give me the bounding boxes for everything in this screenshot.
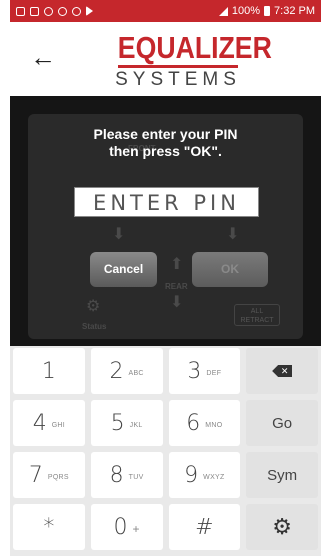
signal-icon: [218, 6, 228, 16]
logo-rule: [118, 65, 238, 68]
equalizer-logo: EQUALIZER SYSTEMS: [108, 30, 272, 91]
pin-input[interactable]: ENTER PIN: [74, 187, 259, 217]
all-retract-label: ALL RETRACT: [234, 304, 280, 326]
key-2[interactable]: 2 ABC: [90, 348, 163, 394]
backspace-key[interactable]: ✕: [246, 348, 318, 394]
key-0[interactable]: 0 +: [90, 504, 163, 550]
notification-icon: [30, 6, 39, 16]
numeric-keyboard: 1 2 ABC 3 DEF ✕ 4 GHI 5 JKL 6 MNO Go 7 PQRS 8T…: [10, 346, 321, 556]
app-screen: 100% 7:32 PM ← EQUALIZER SYSTEMS FRONT ⬇…: [10, 0, 321, 556]
clock: 7:32 PM: [274, 5, 315, 17]
play-icon: [86, 6, 93, 16]
pin-prompt-line2: then press "OK".: [109, 143, 222, 159]
key-hash[interactable]: #: [168, 504, 241, 550]
key-7[interactable]: 7 PQRS: [13, 452, 85, 498]
notification-icon: [16, 6, 25, 16]
key-1[interactable]: 1: [13, 348, 85, 394]
status-bar: 100% 7:32 PM: [10, 0, 321, 22]
back-arrow-icon[interactable]: ←: [30, 44, 56, 70]
up-arrow-icon: ⬆: [170, 256, 184, 273]
ok-button[interactable]: OK: [192, 252, 268, 287]
keyboard-settings-key[interactable]: ⚙: [246, 504, 318, 550]
app-header: ← EQUALIZER SYSTEMS: [10, 22, 321, 96]
down-arrow-icon: ⬇: [112, 226, 126, 243]
settings-gear-icon: ⚙: [272, 514, 292, 539]
notification-icon: [72, 6, 81, 16]
key-5[interactable]: 5 JKL: [90, 400, 163, 446]
pin-prompt: Please enter your PIN then press "OK".: [10, 126, 321, 160]
battery-percent: 100%: [231, 5, 261, 17]
key-star[interactable]: *: [13, 504, 85, 550]
notification-icon: [44, 6, 53, 16]
status-label: Status: [82, 322, 107, 331]
key-3[interactable]: 3 DEF: [168, 348, 241, 394]
go-key[interactable]: Go: [246, 400, 318, 446]
cancel-button[interactable]: Cancel: [90, 252, 157, 287]
down-arrow-icon: ⬇: [226, 226, 240, 243]
logo-subtitle: SYSTEMS: [115, 69, 241, 90]
battery-icon: [264, 6, 271, 16]
gear-icon: ⚙: [86, 298, 101, 315]
key-9[interactable]: 9 WXYZ: [168, 452, 241, 498]
notification-icons: [16, 6, 93, 16]
logo-wordmark: EQUALIZER: [117, 30, 272, 65]
pin-prompt-line1: Please enter your PIN: [93, 126, 238, 142]
backspace-icon: ✕: [272, 365, 293, 377]
rear-label: REAR: [165, 282, 188, 291]
key-6[interactable]: 6 MNO: [168, 400, 241, 446]
system-status: 100% 7:32 PM: [218, 5, 315, 17]
key-8[interactable]: 8 TUV: [90, 452, 163, 498]
down-arrow-icon: ⬇: [170, 294, 184, 311]
notification-icon: [58, 6, 67, 16]
key-4[interactable]: 4 GHI: [13, 400, 85, 446]
sym-key[interactable]: Sym: [246, 452, 318, 498]
